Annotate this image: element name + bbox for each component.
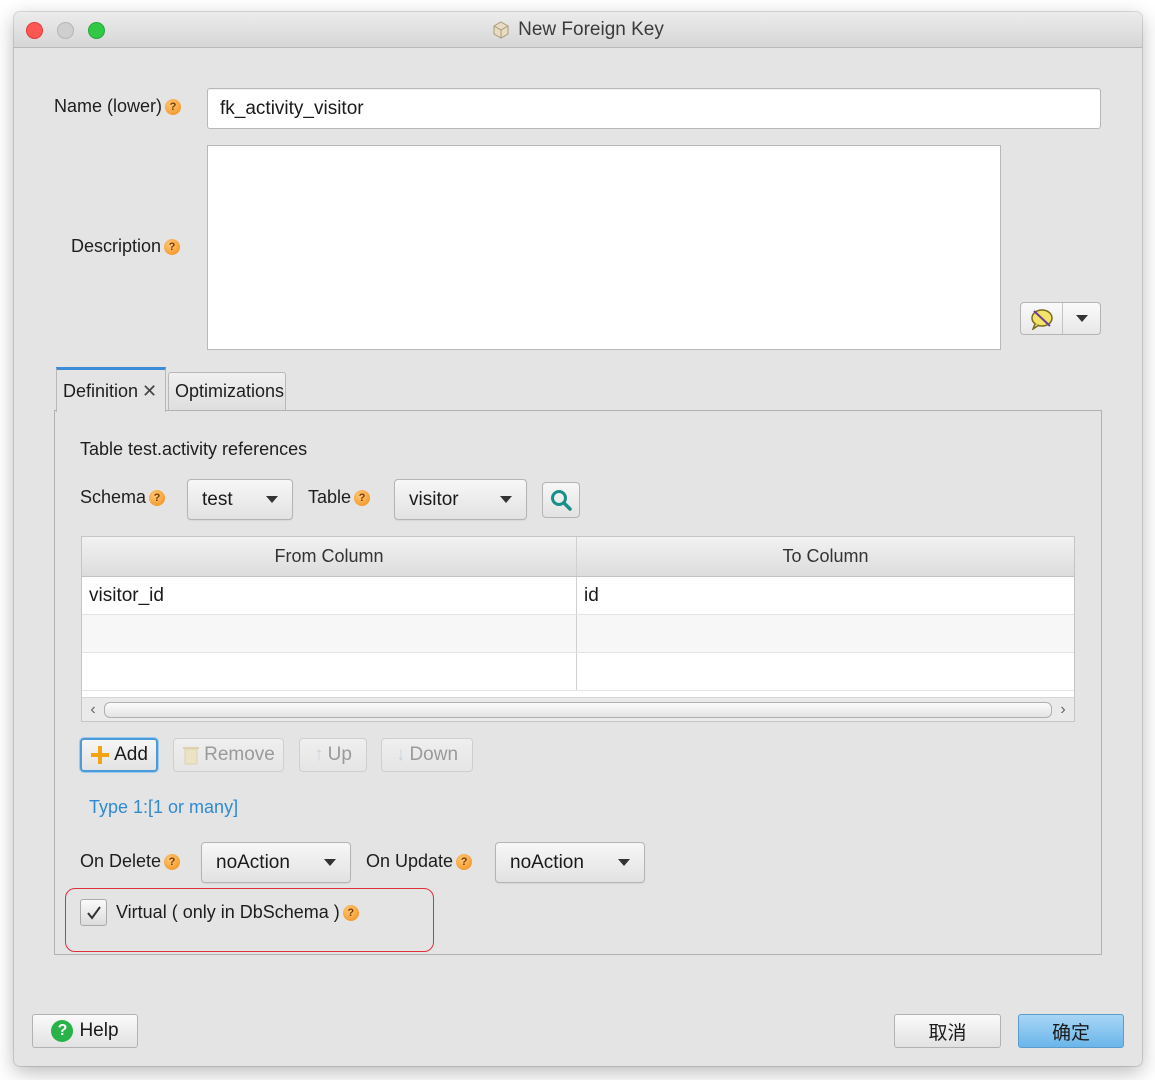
search-icon [551, 490, 572, 511]
virtual-label-group: Virtual ( only in DbSchema ) ? [116, 902, 359, 923]
table-header: From Column To Column [82, 537, 1074, 577]
chevron-down-icon [266, 496, 278, 503]
table-row[interactable]: visitor_id id [82, 577, 1074, 615]
schema-select-value: test [202, 488, 233, 510]
on-delete-value: noAction [216, 851, 290, 873]
to-column-cell[interactable]: id [577, 577, 1074, 614]
from-column-cell[interactable] [82, 653, 577, 690]
from-column-cell[interactable] [82, 615, 577, 652]
help-circle-icon: ? [51, 1020, 74, 1042]
schema-label-group: Schema ? [80, 487, 166, 508]
horizontal-scrollbar[interactable]: ‹ › [82, 697, 1074, 721]
table-select[interactable]: visitor [394, 479, 527, 520]
help-icon[interactable]: ? [342, 904, 359, 921]
table-row[interactable] [82, 653, 1074, 691]
on-update-select[interactable]: noAction [495, 842, 645, 883]
search-table-button[interactable] [542, 482, 580, 518]
on-update-label-group: On Update ? [366, 851, 473, 872]
description-textarea[interactable] [207, 145, 1001, 350]
relation-type-link[interactable]: Type 1:[1 or many] [89, 797, 238, 818]
table-label: Table [308, 487, 352, 507]
to-column-cell[interactable] [577, 653, 1074, 690]
from-column-cell[interactable]: visitor_id [82, 577, 577, 614]
schema-select[interactable]: test [187, 479, 293, 520]
trash-icon [183, 747, 200, 765]
column-mapping-table: From Column To Column visitor_id id ‹ › [81, 536, 1075, 722]
chevron-down-icon [618, 859, 630, 866]
cube-icon [493, 21, 509, 39]
schema-label: Schema [80, 487, 147, 507]
ok-button[interactable]: 确定 [1018, 1014, 1124, 1048]
help-button[interactable]: ? Help [32, 1014, 138, 1048]
scroll-left-icon[interactable]: ‹ [82, 701, 104, 719]
on-delete-label: On Delete [80, 851, 162, 871]
window-title-group: New Foreign Key [14, 12, 1142, 48]
plus-icon [91, 746, 110, 764]
to-column-cell[interactable] [577, 615, 1074, 652]
help-icon[interactable]: ? [149, 489, 166, 506]
on-delete-label-group: On Delete ? [80, 851, 181, 872]
column-header-from[interactable]: From Column [82, 537, 577, 576]
virtual-checkbox[interactable] [80, 899, 107, 926]
title-bar: New Foreign Key [14, 12, 1142, 48]
add-button-label: Add [114, 744, 148, 765]
chevron-down-icon [324, 859, 336, 866]
remove-button[interactable]: Remove [173, 738, 284, 772]
cancel-button[interactable]: 取消 [894, 1014, 1001, 1048]
on-update-value: noAction [510, 851, 584, 873]
arrow-down-icon: ↓ [395, 744, 406, 765]
name-label: Name (lower) [54, 96, 163, 116]
help-icon[interactable]: ? [165, 98, 182, 115]
table-row[interactable] [82, 615, 1074, 653]
name-label-group: Name (lower) ? [54, 96, 182, 117]
references-heading: Table test.activity references [80, 439, 308, 459]
down-button-label: Down [409, 744, 459, 765]
checkmark-icon [86, 905, 101, 920]
scrollbar-thumb[interactable] [104, 701, 1052, 718]
scroll-right-icon[interactable]: › [1052, 701, 1074, 719]
tab-optimizations[interactable]: Optimizations [168, 372, 286, 410]
chevron-down-icon [500, 496, 512, 503]
up-button[interactable]: ↑ Up [299, 738, 367, 772]
tab-definition-label: Definition [63, 380, 139, 401]
comment-edit-button[interactable] [1021, 303, 1063, 334]
help-icon[interactable]: ? [456, 853, 473, 870]
table-label-group: Table ? [308, 487, 371, 508]
new-foreign-key-dialog: New Foreign Key Name (lower) ? fk_activi… [14, 12, 1142, 1066]
close-tab-icon[interactable]: ✕ [142, 381, 157, 402]
on-update-label: On Update [366, 851, 454, 871]
comment-tools-split-button[interactable] [1020, 302, 1101, 335]
virtual-label[interactable]: Virtual ( only in DbSchema ) [116, 902, 340, 923]
arrow-up-icon: ↑ [314, 744, 324, 765]
name-input[interactable]: fk_activity_visitor [207, 88, 1101, 129]
add-button[interactable]: Add [80, 738, 158, 772]
comment-options-dropdown[interactable] [1063, 303, 1100, 334]
help-icon[interactable]: ? [164, 853, 181, 870]
tab-definition[interactable]: Definition ✕ [56, 367, 166, 412]
on-delete-select[interactable]: noAction [201, 842, 351, 883]
description-label: Description [71, 236, 162, 256]
speech-bubble-edit-icon [1030, 308, 1053, 330]
remove-button-label: Remove [204, 744, 275, 765]
help-icon[interactable]: ? [354, 489, 371, 506]
tab-optimizations-label: Optimizations [175, 381, 285, 401]
window-title: New Foreign Key [518, 19, 664, 40]
description-label-group: Description ? [71, 236, 181, 257]
column-header-to[interactable]: To Column [577, 537, 1074, 576]
up-button-label: Up [327, 744, 352, 765]
help-icon[interactable]: ? [164, 238, 181, 255]
chevron-down-icon [1075, 315, 1088, 322]
help-button-label: Help [79, 1020, 119, 1041]
down-button[interactable]: ↓ Down [381, 738, 473, 772]
table-select-value: visitor [409, 488, 459, 510]
